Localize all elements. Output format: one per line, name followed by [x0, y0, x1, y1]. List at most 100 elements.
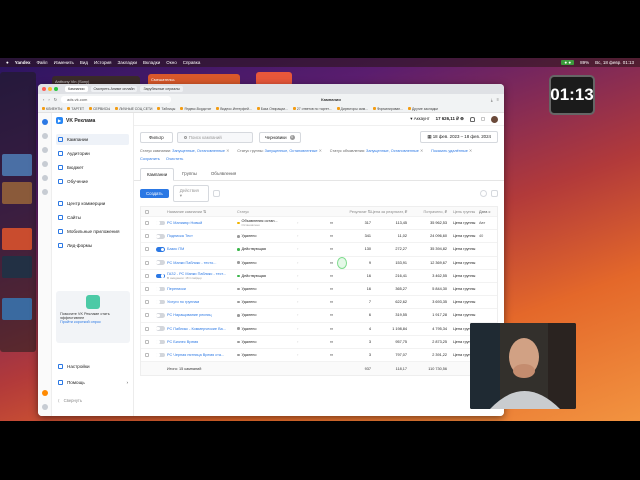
- menu-file[interactable]: Файл: [36, 60, 47, 65]
- table-row[interactable]: Переписки Удалено ◦ ▪▪ 16 365,27 5 844,30 Цена …: [141, 283, 497, 297]
- campaign-toggle[interactable]: [155, 247, 165, 252]
- menu-bookmarks[interactable]: Закладки: [117, 60, 136, 65]
- sidepanel-icon[interactable]: [41, 147, 48, 153]
- vk-ads-logo[interactable]: ▶ VK Реклама: [56, 117, 129, 124]
- campaign-toggle[interactable]: [155, 326, 165, 331]
- bookmark[interactable]: СЕРВИСЫ: [89, 107, 110, 111]
- campaign-toggle[interactable]: [155, 220, 165, 226]
- sidebar-item-apps[interactable]: Мобильные приложения: [56, 226, 129, 237]
- filter-chip[interactable]: Статус кампании: Запущенные, Остановленн…: [140, 148, 229, 153]
- table-row[interactable]: ГАЗ2 - РС Манки Пабликс - тест... В ожида…: [141, 270, 497, 283]
- info-icon[interactable]: ◦: [297, 247, 307, 251]
- table-row[interactable]: Услуги по группам Удалено ◦ ▪▪ 7 622,62 3 693,…: [141, 296, 497, 310]
- bookmark[interactable]: Другие закладки: [407, 107, 438, 111]
- column-header-spent[interactable]: Потрачено, ₽: [407, 209, 447, 214]
- sidebar-item-budget[interactable]: Бюджет: [56, 162, 129, 173]
- settings-icon[interactable]: [480, 190, 487, 197]
- balance[interactable]: 17 626,11 ₽ ⊕: [436, 116, 464, 122]
- survey-link[interactable]: Пройти короткий опрос: [60, 320, 126, 324]
- bookmark[interactable]: Таблицы: [157, 107, 175, 111]
- menubar-datetime[interactable]: Вс, 18 февр. 01:13: [595, 60, 634, 65]
- sidebar-item-commerce[interactable]: Центр коммерции: [56, 198, 129, 209]
- campaign-name[interactable]: РС Маникюр Новый: [167, 221, 237, 225]
- row-checkbox[interactable]: [145, 300, 149, 305]
- table-row[interactable]: РС Черная пятница Время ста... Удалено ◦ ▪▪…: [141, 349, 497, 363]
- sidebar-item-audiences[interactable]: Аудитории: [56, 148, 129, 159]
- url-field[interactable]: ads.vk.com: [61, 96, 172, 103]
- campaign-name[interactable]: Переписки: [167, 287, 237, 291]
- sidepanel-icon[interactable]: [41, 119, 48, 125]
- sidebar-item-settings[interactable]: Настройки: [56, 361, 130, 372]
- table-row[interactable]: РС Пабликс - Коммерческие Ва... Удалено ◦ ▪…: [141, 323, 497, 336]
- campaign-toggle[interactable]: [155, 286, 165, 292]
- info-icon[interactable]: ◦: [297, 327, 307, 331]
- row-menu-icon[interactable]: ▪▪: [307, 274, 337, 278]
- column-header-goal[interactable]: Цель группы: [447, 210, 479, 214]
- bookmark[interactable]: 27 ответов по таргет...: [292, 107, 332, 111]
- info-icon[interactable]: ◦: [297, 300, 307, 304]
- menu-icon[interactable]: ≡: [497, 97, 499, 102]
- sidepanel-icon[interactable]: [41, 175, 48, 181]
- campaign-toggle[interactable]: [155, 313, 165, 318]
- row-checkbox[interactable]: [145, 326, 149, 331]
- date-range-picker[interactable]: ▦ 18 фев. 2023 – 18 фев. 2024: [420, 131, 498, 143]
- row-checkbox[interactable]: [145, 273, 149, 278]
- campaign-toggle[interactable]: [155, 339, 165, 345]
- tab-groups[interactable]: Группы: [176, 168, 203, 180]
- info-icon[interactable]: ◦: [297, 340, 307, 344]
- row-menu-icon[interactable]: ▪▪: [307, 261, 337, 265]
- row-menu-icon[interactable]: ▪▪: [307, 247, 337, 251]
- menubar-app[interactable]: Yandex: [15, 60, 31, 65]
- tab-campaigns[interactable]: Кампании: [140, 168, 175, 181]
- reload-icon[interactable]: ↻: [54, 97, 57, 102]
- refresh-icon[interactable]: [212, 190, 220, 197]
- bell-icon[interactable]: [469, 116, 475, 122]
- filter-chip[interactable]: Статус объявления: Запущенные, Остановле…: [330, 148, 423, 153]
- info-icon[interactable]: ◦: [297, 274, 307, 278]
- row-checkbox[interactable]: [145, 247, 149, 252]
- minimize-window-icon[interactable]: [48, 87, 52, 91]
- campaign-toggle[interactable]: [155, 273, 165, 279]
- battery-status[interactable]: 89%: [580, 60, 589, 65]
- sidepanel-icon[interactable]: [41, 133, 48, 139]
- campaign-name[interactable]: ГАЗ2 - РС Манки Пабликс - тест... В ожида…: [167, 272, 237, 280]
- avatar[interactable]: [491, 115, 498, 123]
- menu-view[interactable]: Вид: [80, 60, 88, 65]
- info-icon[interactable]: ◦: [297, 261, 307, 265]
- select-all-checkbox[interactable]: [145, 209, 149, 214]
- column-header-ppr[interactable]: Цена за результат, ₽: [371, 209, 407, 214]
- row-checkbox[interactable]: [145, 260, 149, 265]
- bookmark[interactable]: База Опирации...: [256, 107, 288, 111]
- create-button[interactable]: Создать: [140, 189, 169, 198]
- row-menu-icon[interactable]: ▪▪: [307, 353, 337, 357]
- campaign-name[interactable]: РС Черная пятница Время ста...: [167, 353, 237, 357]
- search-input[interactable]: Поиск кампаний: [176, 131, 253, 143]
- account-selector[interactable]: ▾ Аккаунт: [410, 116, 429, 122]
- sidepanel-icon[interactable]: [41, 390, 48, 396]
- row-checkbox[interactable]: [145, 339, 149, 344]
- campaign-toggle[interactable]: [155, 260, 165, 265]
- column-header-date[interactable]: Дата с: [479, 210, 497, 214]
- row-checkbox[interactable]: [145, 234, 149, 239]
- back-icon[interactable]: ‹: [43, 97, 44, 102]
- browser-tab[interactable]: Смотреть Аниме онлайн: [90, 86, 138, 92]
- browser-tab[interactable]: Кампании: [65, 86, 88, 92]
- campaign-name[interactable]: РС Бизнес Время: [167, 340, 237, 344]
- maximize-window-icon[interactable]: [54, 87, 58, 91]
- info-icon[interactable]: ◦: [297, 353, 307, 357]
- actions-dropdown[interactable]: Действия ▾: [172, 185, 209, 202]
- sidebar-item-campaigns[interactable]: Кампании: [56, 134, 129, 145]
- sidebar-item-sites[interactable]: Сайты: [56, 212, 129, 223]
- row-menu-icon[interactable]: ▪▪: [307, 327, 337, 331]
- campaign-toggle[interactable]: [155, 234, 165, 239]
- column-header-result[interactable]: Результат ⇅: [347, 209, 371, 214]
- menu-help[interactable]: Справка: [183, 60, 201, 65]
- row-checkbox[interactable]: [145, 221, 149, 226]
- filter-chip[interactable]: Статус группы: Запущенные, Остановленные…: [237, 148, 321, 153]
- window-thumbnail[interactable]: [2, 298, 32, 320]
- row-menu-icon[interactable]: ▪▪: [307, 221, 337, 225]
- row-menu-icon[interactable]: ▪▪: [307, 287, 337, 291]
- bookmark[interactable]: Видеос.Интерфей...: [216, 107, 252, 111]
- column-header-status[interactable]: Статус: [237, 210, 297, 214]
- bookmark[interactable]: ЛИЧНЫЕ СОЦ СЕТИ: [115, 107, 152, 111]
